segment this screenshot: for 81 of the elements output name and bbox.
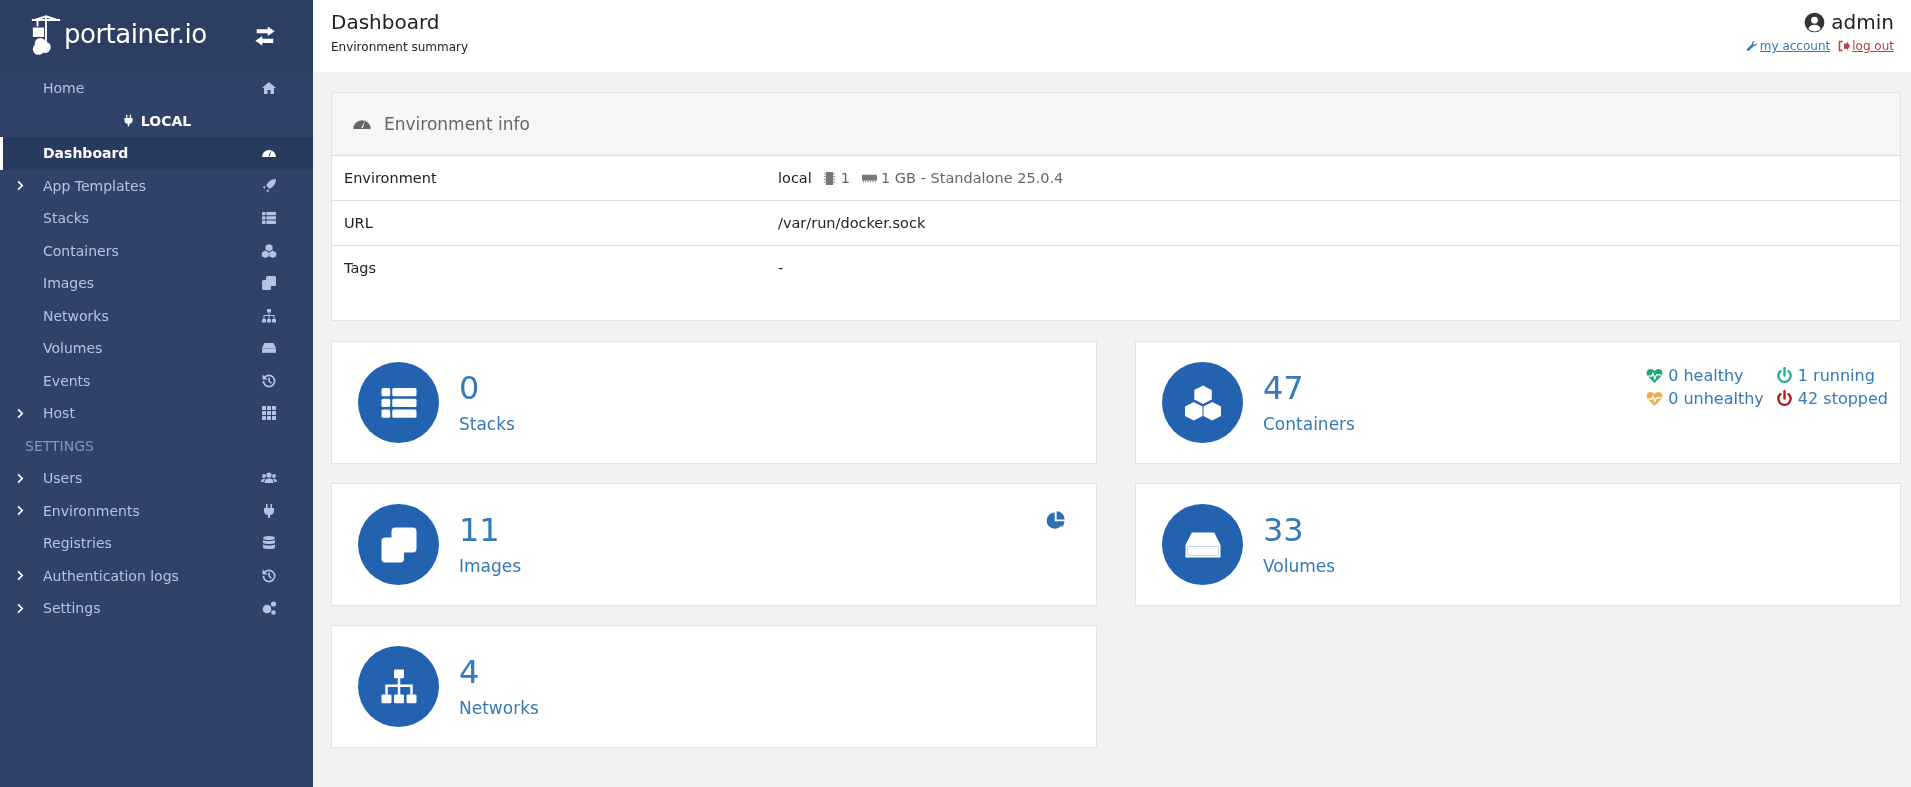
- status-count: 0 unhealthy: [1668, 389, 1764, 408]
- toggle-arrows-icon: [253, 25, 277, 47]
- sidebar-item[interactable]: Images: [0, 267, 313, 300]
- chevron-icon: [15, 602, 26, 614]
- panel-title: Environment info: [384, 114, 530, 134]
- plug-icon: [121, 113, 135, 129]
- stat-card[interactable]: 47 Containers 0 healthy 1 running 0 unhealthy 42 stopped: [1135, 341, 1901, 464]
- wrench-icon: [1745, 40, 1758, 52]
- stat-card[interactable]: 4 Networks: [331, 625, 1097, 748]
- status-count: 0 healthy: [1668, 366, 1744, 385]
- sidebar-item[interactable]: Authentication logs: [0, 559, 313, 592]
- page-title: Dashboard: [331, 10, 441, 34]
- sidebar-item[interactable]: Registries: [0, 527, 313, 560]
- pie-chart-icon[interactable]: [1046, 510, 1066, 530]
- my-account-link[interactable]: my account: [1759, 39, 1831, 53]
- cpu-count: 1: [840, 170, 851, 186]
- sidebar-item[interactable]: Events: [0, 364, 313, 397]
- card-label: Containers: [1263, 414, 1355, 435]
- table-cell-text: -: [778, 260, 785, 276]
- logout-icon: [1838, 40, 1851, 52]
- sidebar-item[interactable]: Volumes: [0, 332, 313, 365]
- table-cell-text: URL: [344, 215, 374, 231]
- sidebar-item[interactable]: Stacks: [0, 202, 313, 235]
- sidebar-item[interactable]: Host: [0, 397, 313, 430]
- table-cell-text: Tags: [344, 260, 378, 276]
- power-icon: [1775, 390, 1793, 407]
- logout-link[interactable]: log out: [1852, 39, 1894, 53]
- stat-card[interactable]: 0 Stacks: [331, 341, 1097, 464]
- environment-heading: LOCAL: [0, 104, 313, 137]
- history-icon: [261, 567, 277, 584]
- logo[interactable]: portainer.io: [30, 11, 207, 61]
- database-icon: [261, 535, 277, 552]
- stat-card[interactable]: 11 Images: [331, 483, 1097, 606]
- section-heading: SETTINGS: [24, 436, 95, 456]
- history-icon: [261, 372, 277, 389]
- cubes-icon: [261, 242, 277, 259]
- sidebar-item[interactable]: App Templates: [0, 169, 313, 202]
- page-subtitle: Environment summary: [331, 40, 469, 54]
- plug-icon: [261, 502, 277, 519]
- heartbeat-icon: [1646, 390, 1664, 407]
- home-icon: [261, 80, 277, 97]
- count: 11: [459, 512, 501, 549]
- grid-icon: [261, 405, 277, 422]
- power-icon: [1775, 367, 1793, 384]
- card-label: Volumes: [1263, 556, 1336, 577]
- sitemap-icon: [261, 307, 277, 324]
- table-cell-text: Environment: [344, 170, 438, 186]
- memory-info: 1 GB - Standalone 25.0.4: [881, 170, 1064, 186]
- username: admin: [1831, 10, 1894, 34]
- environment-name: local: [778, 170, 812, 186]
- rocket-icon: [261, 177, 277, 194]
- stat-card[interactable]: 33 Volumes: [1135, 483, 1901, 606]
- sidebar-item[interactable]: Networks: [0, 299, 313, 332]
- logo-text: portainer.io: [64, 19, 207, 49]
- count: 47: [1263, 370, 1305, 407]
- status-count: 42 stopped: [1797, 389, 1888, 408]
- list-icon: [261, 210, 277, 227]
- card-label: Networks: [459, 698, 539, 719]
- cpu-icon: [821, 170, 837, 186]
- sidebar-item[interactable]: Containers: [0, 234, 313, 267]
- user-icon: [1804, 11, 1826, 33]
- count: 0: [459, 370, 481, 407]
- sidebar-item[interactable]: Home: [0, 72, 313, 105]
- sidebar-item[interactable]: Environments: [0, 494, 313, 527]
- pie-chart-glyph-icon: [1046, 510, 1066, 530]
- card-label: Images: [459, 556, 522, 577]
- chevron-icon: [15, 570, 26, 582]
- count: 4: [459, 654, 481, 691]
- status-count: 1 running: [1797, 366, 1875, 385]
- chevron-icon: [15, 472, 26, 484]
- table-cell-text: /var/run/docker.sock: [778, 215, 927, 231]
- sidebar-item[interactable]: Settings: [0, 592, 313, 625]
- heartbeat-icon: [1646, 367, 1664, 384]
- sidebar-item[interactable]: Dashboard: [0, 137, 313, 170]
- clone-icon: [261, 275, 277, 292]
- sidebar-item[interactable]: Users: [0, 462, 313, 495]
- chevron-icon: [15, 505, 26, 517]
- count: 33: [1263, 512, 1305, 549]
- chevron-icon: [15, 180, 26, 192]
- chevron-icon: [15, 407, 26, 419]
- card-label: Stacks: [459, 414, 515, 435]
